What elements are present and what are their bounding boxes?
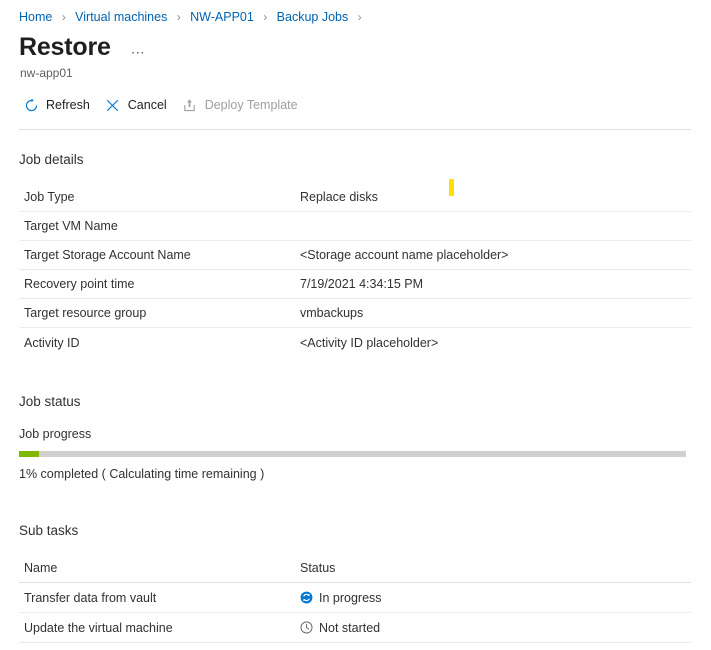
deploy-template-label: Deploy Template [204, 98, 298, 112]
column-header-status: Status [300, 560, 336, 575]
detail-value: 7/19/2021 4:34:15 PM [300, 277, 424, 291]
breadcrumb-separator-icon: › [357, 12, 362, 24]
breadcrumb-item-home[interactable]: Home [19, 10, 52, 24]
upload-icon [182, 97, 198, 113]
breadcrumb-separator-icon: › [176, 12, 181, 24]
table-row: Activity ID <Activity ID placeholder> [19, 328, 691, 357]
sub-task-status: In progress [300, 591, 691, 605]
clock-icon [300, 621, 313, 634]
job-progress-caption: 1% completed ( Calculating time remainin… [19, 467, 265, 481]
breadcrumb-item-backup-jobs[interactable]: Backup Jobs [277, 10, 349, 24]
detail-value: Replace disks [300, 190, 378, 204]
detail-label: Target VM Name [24, 219, 118, 233]
detail-label: Activity ID [24, 335, 80, 350]
detail-value: vmbackups [300, 306, 364, 320]
sub-task-status-label: Not started [319, 620, 381, 635]
page-title: Restore [19, 33, 111, 61]
page-title-row: Restore ⋯ [0, 26, 711, 63]
table-row: Job Type Replace disks [19, 183, 691, 212]
sub-tasks-table: Name Status Transfer data from vault In … [19, 553, 691, 643]
deploy-template-button[interactable]: Deploy Template [178, 92, 307, 118]
sub-tasks-heading: Sub tasks [19, 523, 79, 538]
text-cursor-marker [449, 179, 454, 196]
job-details-table: Job Type Replace disks Target VM Name Ta… [19, 183, 691, 357]
detail-label: Job Type [24, 190, 75, 204]
command-bar: Refresh Cancel Deploy Template [0, 81, 711, 118]
table-row: Target VM Name [19, 212, 691, 241]
more-options-button[interactable]: ⋯ [127, 45, 151, 59]
detail-label: Target resource group [24, 306, 147, 320]
page-subtitle: nw-app01 [20, 66, 73, 80]
detail-label: Recovery point time [24, 277, 135, 291]
cancel-button[interactable]: Cancel [101, 92, 176, 118]
job-status-heading: Job status [19, 394, 81, 409]
detail-value: <Storage account name placeholder> [300, 248, 509, 262]
command-bar-divider [19, 129, 691, 130]
breadcrumb-separator-icon: › [61, 12, 66, 24]
table-header-row: Name Status [19, 553, 691, 583]
table-row: Recovery point time 7/19/2021 4:34:15 PM [19, 270, 691, 299]
column-header-name: Name [24, 560, 58, 575]
job-progress-fill [19, 451, 39, 457]
refresh-button[interactable]: Refresh [19, 92, 99, 118]
job-progress-label: Job progress [19, 427, 92, 441]
table-row: Update the virtual machine Not started [19, 613, 691, 643]
refresh-label: Refresh [46, 98, 90, 112]
sub-task-status: Not started [300, 621, 691, 635]
breadcrumb-item-nw-app01[interactable]: NW-APP01 [190, 10, 254, 24]
job-details-heading: Job details [19, 152, 84, 167]
breadcrumb: Home › Virtual machines › NW-APP01 › Bac… [0, 0, 711, 26]
job-progress-bar [19, 451, 686, 457]
breadcrumb-item-virtual-machines[interactable]: Virtual machines [75, 10, 167, 24]
sub-task-name: Transfer data from vault [24, 590, 157, 605]
in-progress-sync-icon [300, 591, 313, 604]
detail-value: <Activity ID placeholder> [300, 335, 439, 350]
table-row: Target Storage Account Name <Storage acc… [19, 241, 691, 270]
close-x-icon [105, 97, 121, 113]
cancel-label: Cancel [127, 98, 167, 112]
sub-task-name: Update the virtual machine [24, 620, 173, 635]
detail-label: Target Storage Account Name [24, 248, 191, 262]
sub-task-status-label: In progress [319, 590, 382, 605]
table-row: Transfer data from vault In progress [19, 583, 691, 613]
refresh-icon [23, 97, 39, 113]
table-row: Target resource group vmbackups [19, 299, 691, 328]
breadcrumb-separator-icon: › [263, 12, 268, 24]
